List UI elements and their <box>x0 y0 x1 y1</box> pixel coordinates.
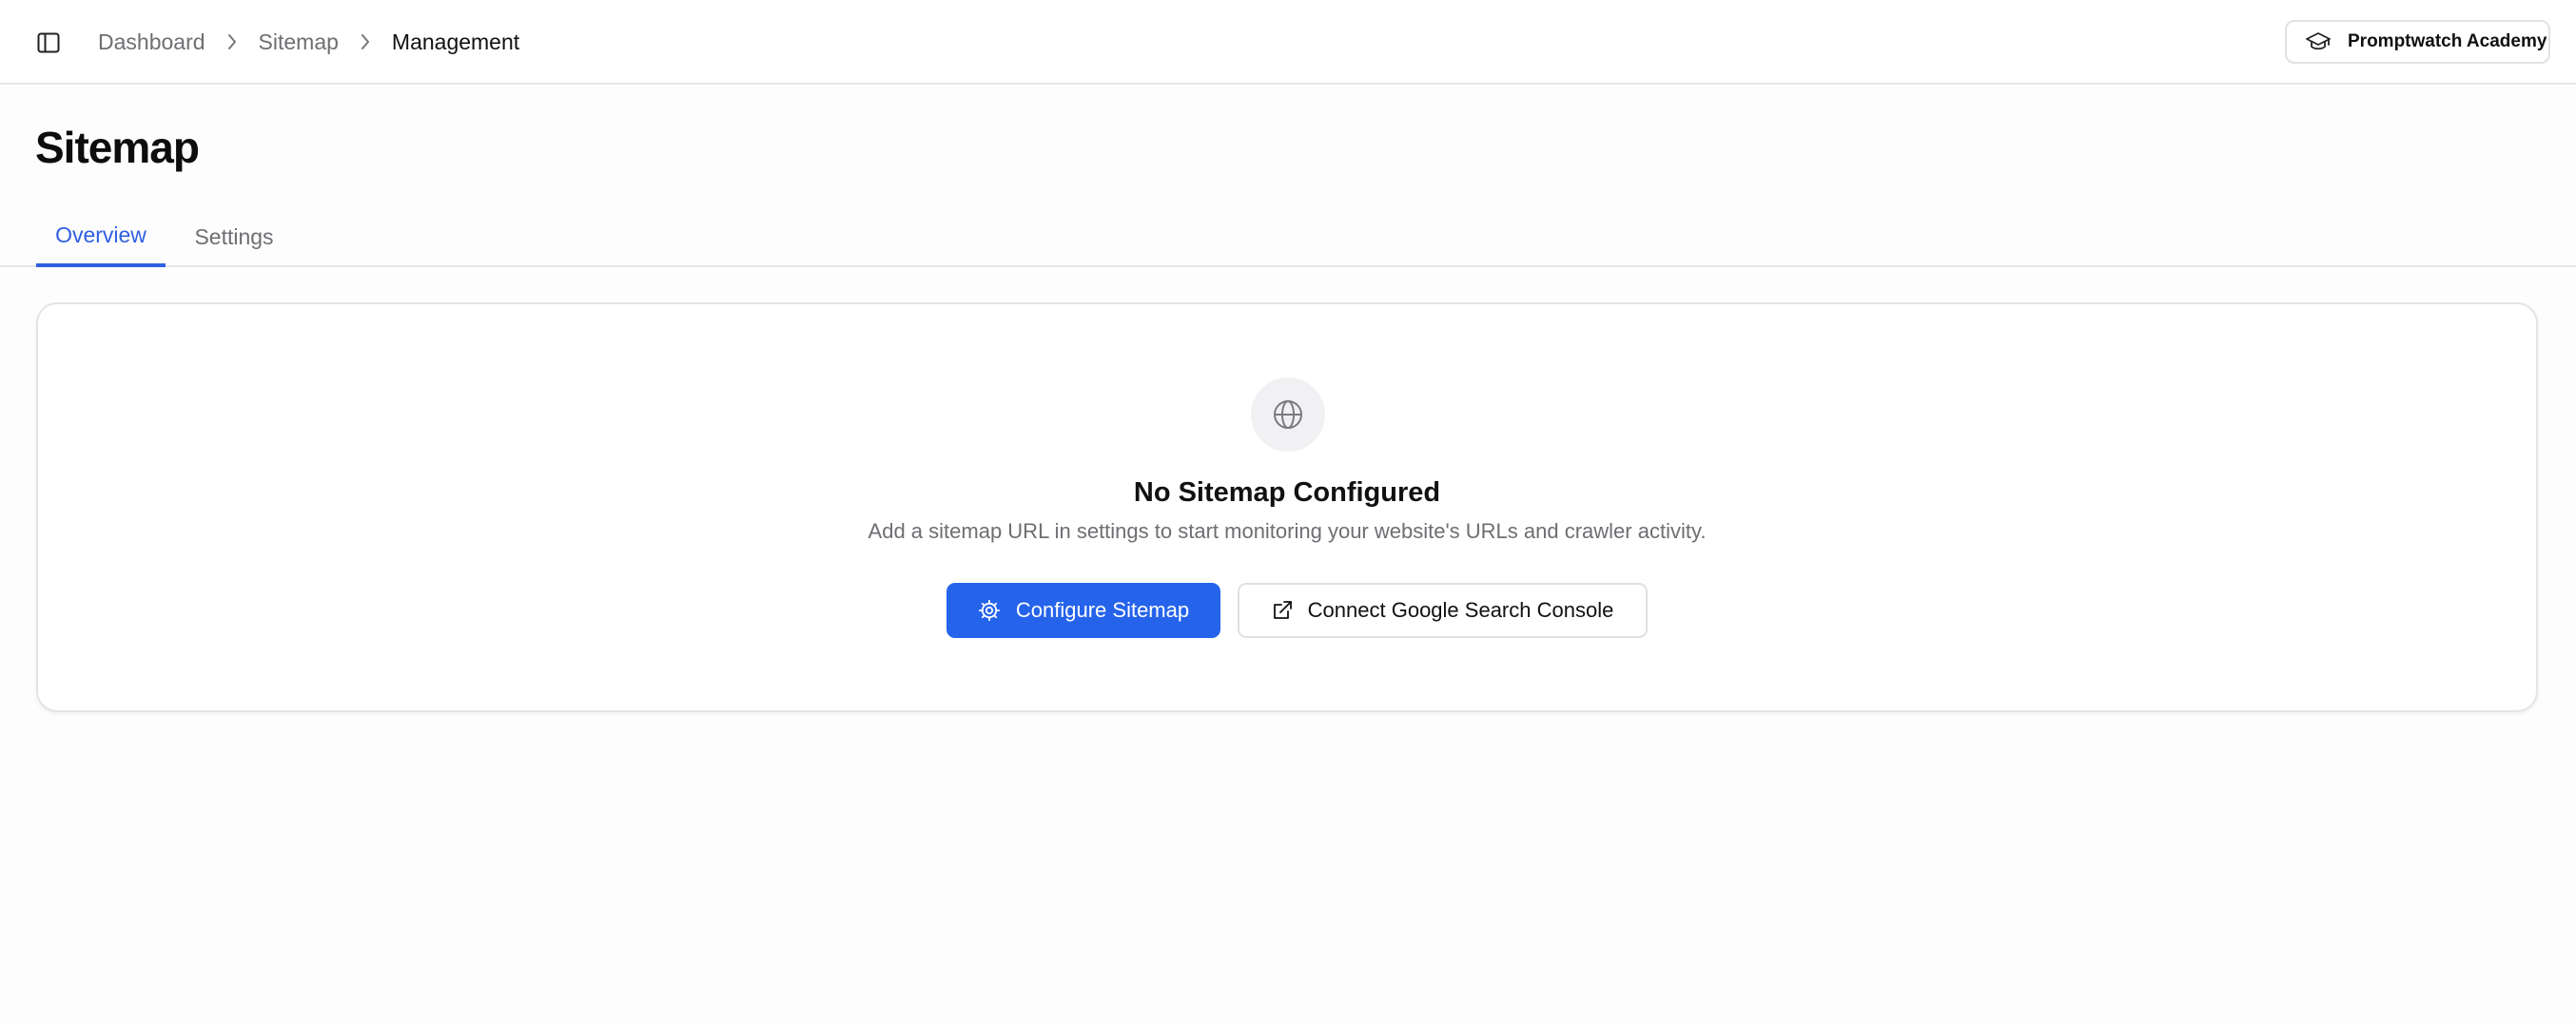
page-title: Sitemap <box>35 123 200 172</box>
sidebar-toggle-icon[interactable] <box>32 29 65 57</box>
academy-label: Promptwatch Academy <box>2348 31 2547 51</box>
tab-settings[interactable]: Settings <box>177 207 291 267</box>
academy-button[interactable]: Promptwatch Academy <box>2285 20 2550 64</box>
configure-sitemap-button[interactable]: Configure Sitemap <box>946 583 1220 638</box>
empty-state-title: No Sitemap Configured <box>1133 477 1441 508</box>
tab-overview[interactable]: Overview <box>36 207 166 267</box>
empty-state-description: Add a sitemap URL in settings to start m… <box>868 519 1707 543</box>
globe-icon <box>1251 377 1325 452</box>
breadcrumb-dashboard[interactable]: Dashboard <box>98 29 205 55</box>
breadcrumb: Dashboard Sitemap Management <box>98 25 519 59</box>
top-bar: Dashboard Sitemap Management Promptwatch… <box>0 0 2576 85</box>
gear-icon <box>978 599 1001 622</box>
external-link-icon <box>1272 600 1293 621</box>
tab-bar: Overview Settings <box>0 207 2576 267</box>
breadcrumb-management: Management <box>391 29 520 54</box>
connect-gsc-button[interactable]: Connect Google Search Console <box>1238 583 1648 638</box>
empty-state-card: No Sitemap Configured Add a sitemap URL … <box>36 302 2538 712</box>
connect-gsc-label: Connect Google Search Console <box>1307 598 1614 622</box>
chevron-right-icon <box>339 25 392 59</box>
configure-sitemap-label: Configure Sitemap <box>1015 598 1190 622</box>
breadcrumb-sitemap[interactable]: Sitemap <box>259 29 339 55</box>
chevron-right-icon <box>205 25 259 59</box>
graduation-cap-icon <box>2306 31 2331 52</box>
